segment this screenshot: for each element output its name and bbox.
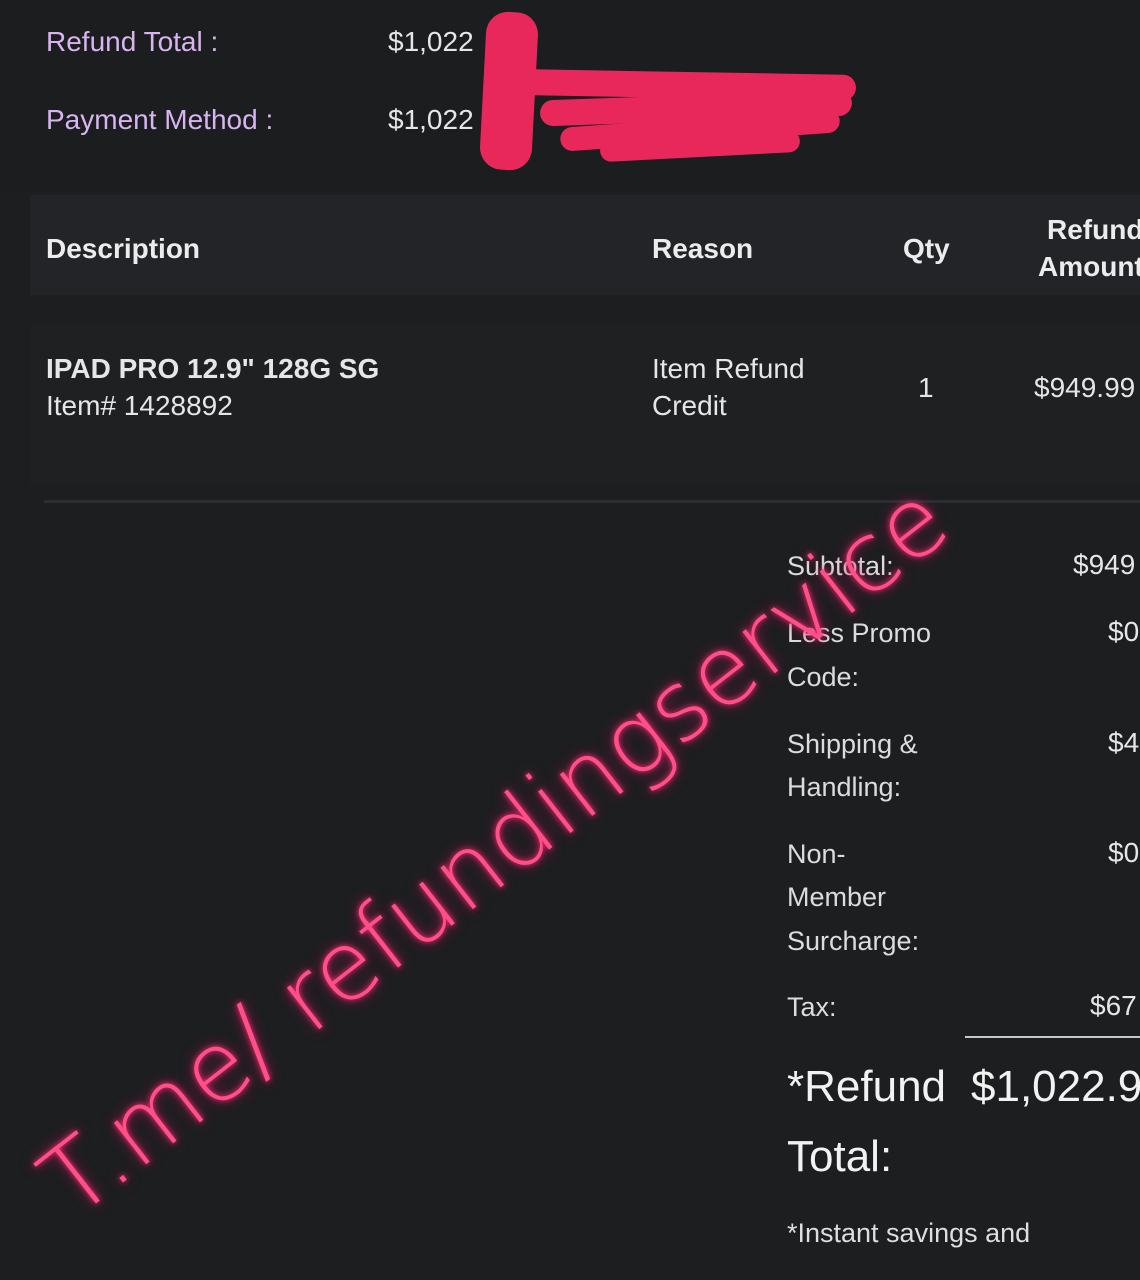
refund-total-label-line1: *Refund — [787, 1062, 947, 1111]
column-header-reason: Reason — [652, 233, 754, 264]
item-refund-amount: $949.99 — [1034, 372, 1136, 403]
column-header-refund-line1: Refund — [1047, 214, 1140, 245]
item-description: IPAD PRO 12.9" 128G SG — [46, 353, 380, 384]
subtotal-value: $949 — [1073, 549, 1136, 580]
column-header-qty: Qty — [903, 233, 950, 264]
surcharge-label-line2: Member — [787, 882, 887, 912]
surcharge-label-line1: Non- — [787, 839, 846, 869]
table-divider — [44, 500, 1140, 503]
refund-total-value: $1,022 — [388, 26, 474, 57]
item-reason-line2: Credit — [652, 390, 727, 421]
item-qty: 1 — [918, 372, 934, 403]
item-number: Item# 1428892 — [46, 390, 233, 421]
shipping-value: $4 — [1108, 727, 1140, 758]
footnote-text: *Instant savings and — [787, 1218, 1031, 1248]
promo-value: $0 — [1108, 616, 1140, 647]
column-header-amount-line2: Amount — [1038, 251, 1140, 282]
tax-label: Tax: — [787, 992, 837, 1022]
refund-total-label: Refund Total : — [46, 26, 219, 57]
refund-total-label-line2: Total: — [787, 1132, 893, 1181]
surcharge-label-line3: Surcharge: — [787, 926, 920, 956]
surcharge-value: $0 — [1108, 837, 1140, 868]
item-reason-line1: Item Refund — [652, 353, 805, 384]
tax-value: $67 — [1090, 990, 1137, 1021]
shipping-label-line1: Shipping & — [787, 729, 918, 759]
column-header-description: Description — [46, 233, 201, 264]
totals-rule — [965, 1036, 1140, 1038]
grand-refund-total-value: $1,022.9 — [971, 1062, 1140, 1111]
shipping-label-line2: Handling: — [787, 772, 902, 802]
payment-method-value: $1,022 — [388, 104, 474, 135]
payment-method-label: Payment Method : — [46, 104, 274, 135]
